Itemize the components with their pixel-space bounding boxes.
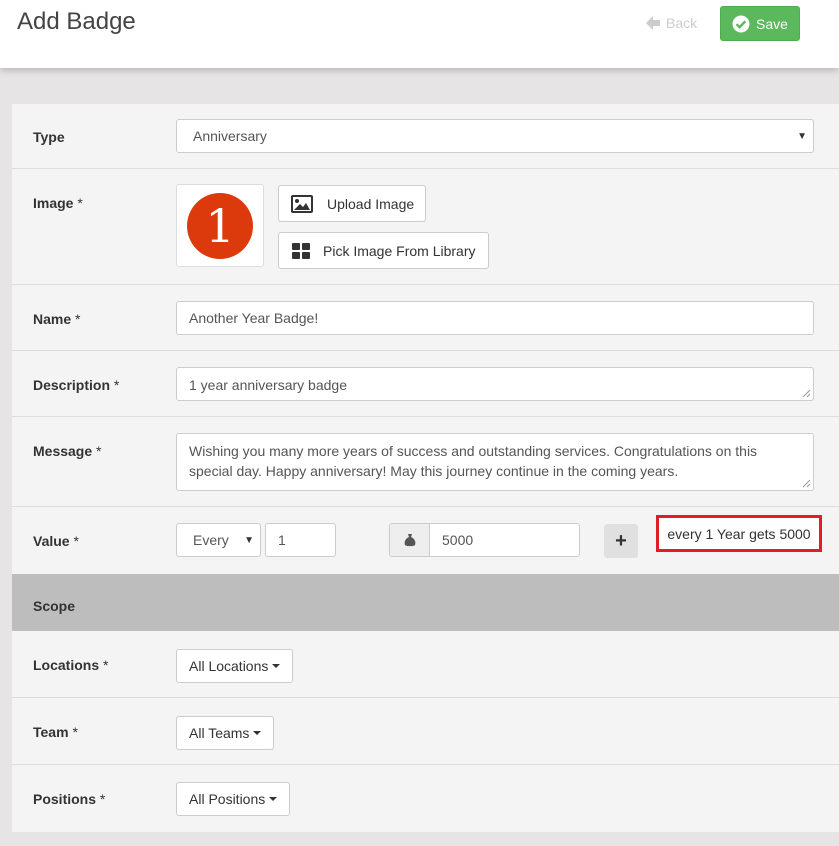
- type-select-value: Anniversary: [193, 128, 267, 144]
- badge-image-preview: 1: [176, 184, 264, 267]
- value-summary: every 1 Year gets 5000: [656, 515, 822, 552]
- count-input[interactable]: 1: [265, 523, 336, 557]
- upload-image-button[interactable]: Upload Image: [278, 185, 426, 222]
- back-label: Back: [666, 15, 698, 31]
- required-marker: *: [72, 724, 78, 740]
- caret-down-icon: [269, 797, 278, 801]
- team-dropdown[interactable]: All Teams: [176, 716, 275, 750]
- save-label: Save: [756, 15, 788, 32]
- name-row: Name * Another Year Badge!: [12, 285, 839, 351]
- locations-row: Locations * All Locations: [12, 631, 839, 698]
- team-label-text: Team: [33, 724, 69, 740]
- message-textarea[interactable]: Wishing you many more years of success a…: [176, 433, 814, 491]
- team-dropdown-label: All Teams: [189, 725, 250, 741]
- locations-dropdown[interactable]: All Locations: [176, 649, 294, 683]
- add-value-button[interactable]: +: [604, 524, 638, 558]
- name-input[interactable]: Another Year Badge!: [176, 301, 814, 335]
- required-marker: *: [96, 443, 102, 459]
- resize-handle-icon[interactable]: [802, 389, 811, 398]
- required-marker: *: [99, 791, 106, 807]
- scope-title: Scope: [33, 598, 76, 614]
- description-textarea[interactable]: 1 year anniversary badge: [176, 367, 814, 401]
- description-textarea-value: 1 year anniversary badge: [189, 377, 347, 393]
- value-row: Value * Every ▼ 1 5000 + every 1 Year ge…: [12, 507, 839, 574]
- badge-image: 1: [187, 193, 253, 259]
- pick-image-library-label: Pick Image From Library: [323, 242, 476, 259]
- badge-form: Type Anniversary ▼ Image * 1 Upload Imag…: [12, 104, 839, 832]
- caret-down-icon: [253, 731, 262, 735]
- money-bag-glyph: [404, 534, 415, 547]
- count-input-value: 1: [278, 532, 286, 548]
- name-label: Name *: [33, 311, 80, 327]
- required-marker: *: [73, 533, 79, 549]
- name-label-text: Name: [33, 311, 72, 327]
- positions-label: Positions *: [33, 791, 105, 807]
- money-bag-icon: [389, 523, 430, 557]
- resize-handle-icon[interactable]: [802, 479, 811, 488]
- value-label-text: Value: [33, 533, 70, 549]
- save-button[interactable]: Save: [720, 6, 800, 41]
- frequency-select-value: Every: [193, 532, 229, 548]
- image-row: Image * 1 Upload Image Pick Image From L…: [12, 169, 839, 285]
- image-label-text: Image: [33, 195, 74, 211]
- value-summary-text: every 1 Year gets 5000: [667, 525, 811, 542]
- message-row: Message * Wishing you many more years of…: [12, 417, 839, 507]
- team-label: Team *: [33, 724, 78, 740]
- positions-label-text: Positions: [33, 791, 97, 807]
- arrow-left-icon: [646, 16, 660, 30]
- required-marker: *: [75, 311, 81, 327]
- required-marker: *: [77, 195, 83, 211]
- page-title: Add Badge: [17, 8, 136, 35]
- description-label-text: Description: [33, 377, 111, 393]
- positions-dropdown-label: All Positions: [189, 791, 266, 807]
- frequency-select[interactable]: Every ▼: [176, 523, 261, 557]
- check-circle-icon: [732, 15, 750, 32]
- positions-dropdown[interactable]: All Positions: [176, 782, 291, 816]
- locations-label: Locations *: [33, 657, 108, 673]
- caret-down-icon: ▼: [797, 130, 807, 142]
- back-button[interactable]: Back: [644, 14, 697, 32]
- locations-dropdown-label: All Locations: [189, 658, 269, 674]
- message-label: Message *: [33, 443, 102, 459]
- plus-icon: +: [615, 529, 627, 552]
- type-row: Type Anniversary ▼: [12, 104, 839, 169]
- pick-image-library-button[interactable]: Pick Image From Library: [278, 232, 489, 269]
- description-label: Description *: [33, 377, 119, 393]
- required-marker: *: [103, 657, 109, 673]
- amount-input-value: 5000: [442, 532, 474, 548]
- caret-down-icon: [272, 664, 281, 668]
- scope-section-header: Scope: [12, 574, 839, 631]
- positions-row: Positions * All Positions: [12, 765, 839, 832]
- amount-input[interactable]: 5000: [429, 523, 580, 557]
- image-icon: [291, 194, 313, 213]
- name-input-value: Another Year Badge!: [189, 310, 319, 326]
- description-row: Description * 1 year anniversary badge: [12, 351, 839, 417]
- message-label-text: Message: [33, 443, 93, 459]
- locations-label-text: Locations: [33, 657, 100, 673]
- message-textarea-value: Wishing you many more years of success a…: [189, 443, 758, 479]
- value-label: Value *: [33, 533, 79, 549]
- type-select[interactable]: Anniversary ▼: [176, 119, 814, 153]
- caret-down-icon: ▼: [244, 534, 254, 546]
- required-marker: *: [113, 377, 120, 393]
- upload-image-label: Upload Image: [327, 195, 415, 212]
- grid-icon: [292, 242, 310, 259]
- image-label: Image *: [33, 195, 83, 211]
- page-header: Add Badge Back Save: [0, 0, 839, 68]
- type-label: Type: [33, 129, 65, 145]
- team-row: Team * All Teams: [12, 698, 839, 765]
